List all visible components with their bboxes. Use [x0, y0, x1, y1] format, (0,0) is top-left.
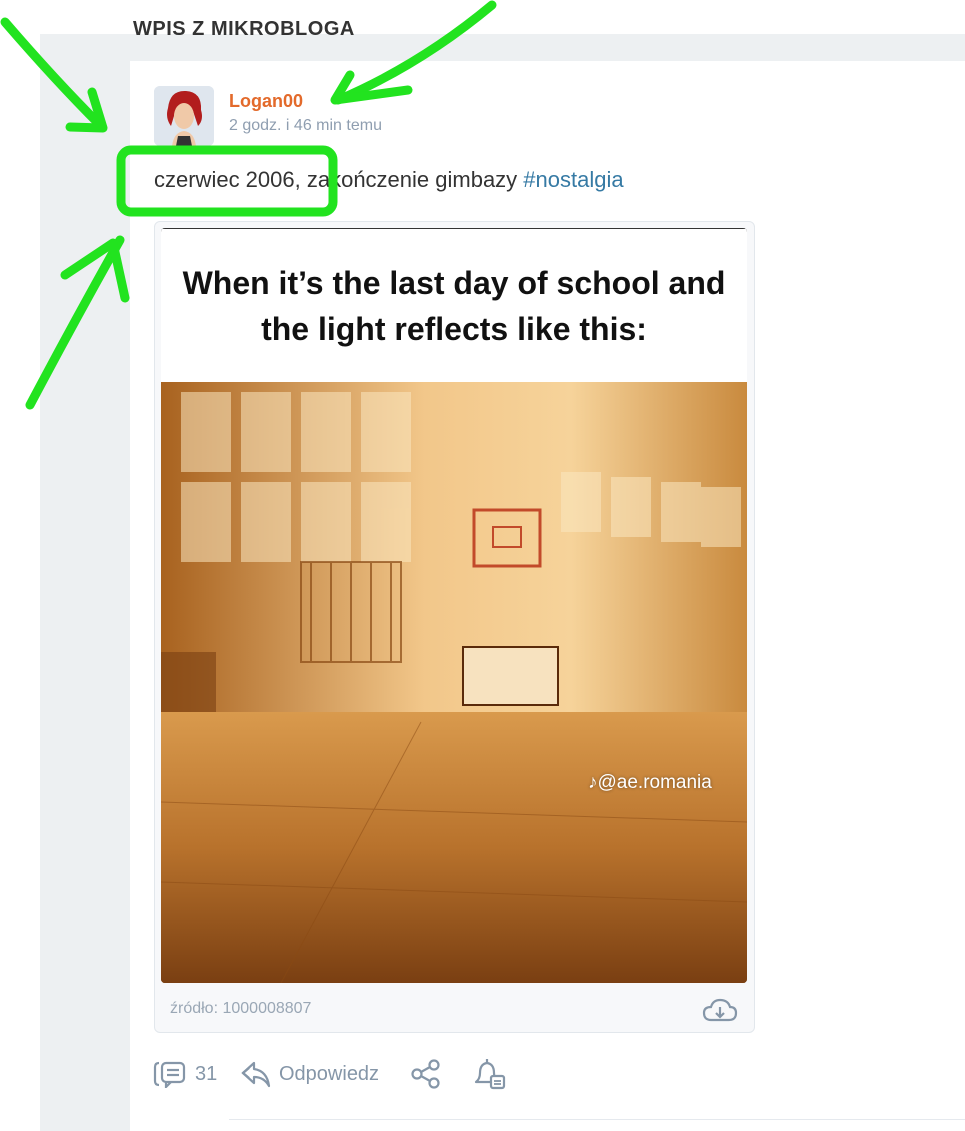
share-button[interactable]	[410, 1058, 442, 1090]
media-source[interactable]: źródło: 1000008807	[170, 1000, 311, 1018]
comments-icon	[153, 1061, 186, 1088]
avatar[interactable]	[154, 86, 214, 146]
gym-photo	[161, 382, 747, 983]
left-gutter	[0, 0, 40, 1131]
tiktok-icon: ♪	[588, 772, 598, 793]
meme-watermark: ♪@ae.romania	[588, 772, 712, 794]
hashtag-link[interactable]: #nostalgia	[523, 167, 623, 192]
watermark-text: @ae.romania	[597, 772, 712, 793]
divider	[229, 1119, 965, 1120]
reply-button[interactable]: Odpowiedz	[240, 1058, 379, 1090]
cloud-download-icon[interactable]	[701, 996, 739, 1026]
meme-image[interactable]: When it’s the last day of school and the…	[161, 228, 747, 983]
post-timestamp[interactable]: 2 godz. i 46 min temu	[229, 117, 382, 135]
reply-icon	[241, 1061, 271, 1088]
post-body: czerwiec 2006, zakończenie gimbazy #nost…	[154, 167, 624, 193]
observe-button[interactable]	[472, 1058, 506, 1090]
meme-caption: When it’s the last day of school and the…	[161, 228, 747, 382]
comments-count: 31	[195, 1062, 218, 1085]
post-text: czerwiec 2006, zakończenie gimbazy	[154, 167, 524, 192]
share-icon	[411, 1059, 440, 1089]
bell-icon	[474, 1059, 506, 1090]
comments-button[interactable]: 31	[153, 1058, 217, 1090]
author-username[interactable]: Logan00	[229, 91, 303, 112]
reply-label: Odpowiedz	[279, 1062, 380, 1085]
section-title: WPIS Z MIKROBLOGA	[133, 18, 355, 38]
